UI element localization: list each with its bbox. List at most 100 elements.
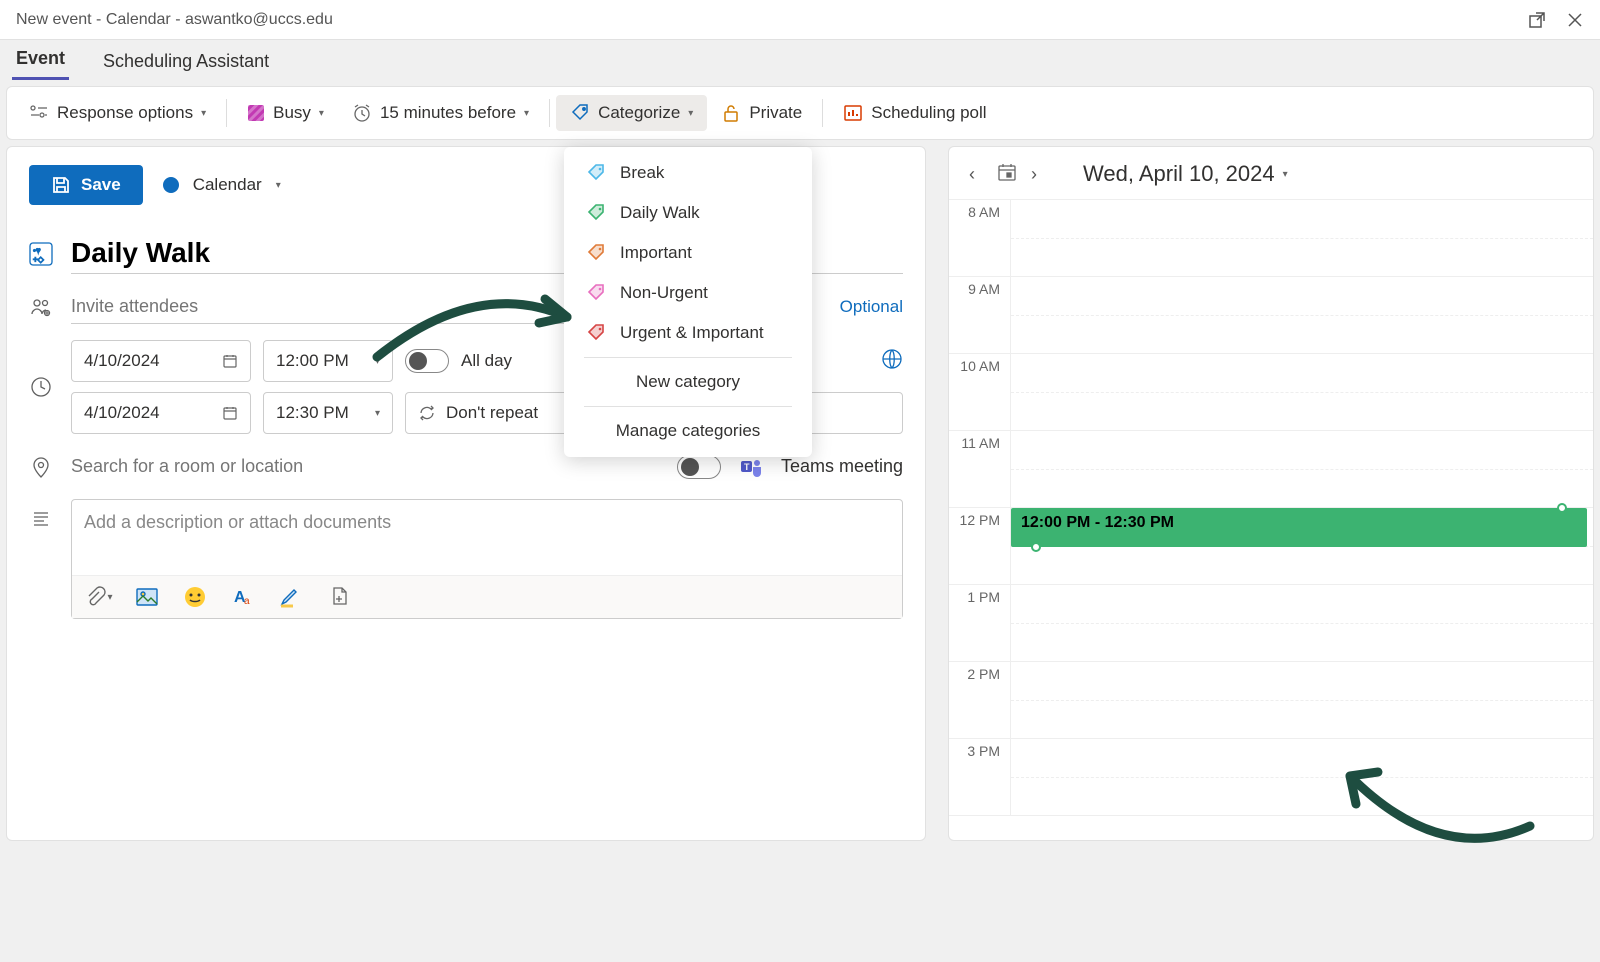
private-button[interactable]: Private <box>707 95 816 131</box>
hour-label: 11 AM <box>949 431 1011 507</box>
chevron-down-icon: ▾ <box>201 108 206 119</box>
tag-icon <box>586 323 606 343</box>
resize-handle[interactable] <box>1031 542 1041 552</box>
hour-label: 1 PM <box>949 585 1011 661</box>
hour-label: 2 PM <box>949 662 1011 738</box>
teams-icon: T <box>739 455 763 479</box>
emoji-icon[interactable] <box>184 586 206 608</box>
image-icon[interactable] <box>136 586 158 608</box>
description-toolbar: ▾ Aa <box>72 575 902 618</box>
save-icon <box>51 175 71 195</box>
category-option[interactable]: Important <box>564 233 812 273</box>
tab-event[interactable]: Event <box>12 42 69 80</box>
clock-icon <box>29 376 53 398</box>
all-day-label: All day <box>461 351 512 371</box>
chevron-down-icon: ▾ <box>688 108 693 119</box>
category-option[interactable]: Urgent & Important <box>564 313 812 353</box>
description-field[interactable]: Add a description or attach documents ▾ … <box>71 499 903 619</box>
svg-text:◦♥: ◦♥ <box>33 246 41 255</box>
day-calendar-panel: ‹ › Wed, April 10, 2024 ▾ 8 AM9 AM10 AM1… <box>948 146 1594 841</box>
emoji-picker-icon[interactable]: ◦♥+◇ <box>29 241 53 267</box>
divider <box>549 99 550 127</box>
hour-label: 10 AM <box>949 354 1011 430</box>
text-format-icon[interactable]: Aa <box>232 586 254 608</box>
window-title: New event - Calendar - aswantko@uccs.edu <box>16 11 1528 29</box>
chevron-down-icon: ▾ <box>1283 169 1288 180</box>
tag-icon <box>586 243 606 263</box>
svg-text:+◇: +◇ <box>33 255 45 264</box>
hour-label: 9 AM <box>949 277 1011 353</box>
location-icon <box>29 456 53 478</box>
all-day-toggle[interactable] <box>405 349 449 373</box>
divider <box>822 99 823 127</box>
date-picker-icon[interactable] <box>997 162 1017 187</box>
attendees-icon <box>29 296 53 318</box>
divider <box>584 357 792 358</box>
hour-row[interactable]: 11 AM <box>949 431 1593 508</box>
close-icon[interactable] <box>1566 11 1584 29</box>
busy-status-button[interactable]: Busy ▾ <box>233 95 338 131</box>
end-date-field[interactable]: 4/10/2024 <box>71 392 251 434</box>
calendar-picker[interactable]: Calendar ▾ <box>163 175 281 195</box>
hour-label: 12 PM <box>949 508 1011 584</box>
end-time-field[interactable]: 12:30 PM ▾ <box>263 392 393 434</box>
categorize-button[interactable]: Categorize ▾ <box>556 95 707 131</box>
calendar-icon <box>222 405 238 421</box>
titlebar: New event - Calendar - aswantko@uccs.edu <box>0 0 1600 40</box>
tag-icon <box>586 203 606 223</box>
insert-icon[interactable] <box>328 586 350 608</box>
hour-row[interactable]: 10 AM <box>949 354 1593 431</box>
scheduling-poll-button[interactable]: Scheduling poll <box>829 95 1000 131</box>
divider <box>226 99 227 127</box>
tab-nav: Event Scheduling Assistant <box>0 40 1600 80</box>
ribbon-toolbar: Response options ▾ Busy ▾ 15 minutes bef… <box>6 86 1594 140</box>
hour-row[interactable]: 1 PM <box>949 585 1593 662</box>
calendar-date-label[interactable]: Wed, April 10, 2024 ▾ <box>1083 161 1288 187</box>
chevron-down-icon: ▾ <box>319 108 324 119</box>
timezone-icon[interactable] <box>881 348 903 375</box>
start-date-field[interactable]: 4/10/2024 <box>71 340 251 382</box>
optional-attendees-link[interactable]: Optional <box>828 297 903 317</box>
description-icon <box>29 509 53 529</box>
teams-meeting-label: Teams meeting <box>781 456 903 477</box>
categorize-dropdown: BreakDaily WalkImportantNon-UrgentUrgent… <box>564 147 812 457</box>
start-time-field[interactable]: 12:00 PM ▾ <box>263 340 393 382</box>
category-option[interactable]: Non-Urgent <box>564 273 812 313</box>
svg-text:a: a <box>244 596 250 607</box>
next-day-button[interactable]: › <box>1031 164 1045 185</box>
attach-icon[interactable]: ▾ <box>88 586 110 608</box>
save-button[interactable]: Save <box>29 165 143 205</box>
popout-icon[interactable] <box>1528 11 1546 29</box>
chevron-down-icon: ▾ <box>276 180 281 191</box>
hour-row[interactable]: 8 AM <box>949 200 1593 277</box>
response-options-button[interactable]: Response options ▾ <box>15 95 220 131</box>
hour-row[interactable]: 9 AM <box>949 277 1593 354</box>
reminder-button[interactable]: 15 minutes before ▾ <box>338 95 543 131</box>
hour-label: 8 AM <box>949 200 1011 276</box>
chevron-down-icon: ▾ <box>375 408 380 419</box>
event-form-panel: Save Calendar ▾ ◦♥+◇ Optional <box>6 146 926 841</box>
svg-text:T: T <box>744 462 750 472</box>
hour-row[interactable]: 3 PM <box>949 739 1593 816</box>
calendar-event[interactable]: 12:00 PM - 12:30 PM <box>1011 508 1587 547</box>
calendar-color-dot <box>163 177 179 193</box>
tab-scheduling[interactable]: Scheduling Assistant <box>99 45 273 80</box>
category-option[interactable]: Daily Walk <box>564 193 812 233</box>
new-category-option[interactable]: New category <box>564 362 812 402</box>
manage-categories-option[interactable]: Manage categories <box>564 411 812 451</box>
chevron-down-icon: ▾ <box>375 356 380 367</box>
calendar-icon <box>222 353 238 369</box>
highlighter-icon[interactable] <box>280 586 302 608</box>
teams-toggle[interactable] <box>677 455 721 479</box>
resize-handle[interactable] <box>1557 503 1567 513</box>
category-option[interactable]: Break <box>564 153 812 193</box>
hour-label: 3 PM <box>949 739 1011 815</box>
chevron-down-icon: ▾ <box>524 108 529 119</box>
repeat-icon <box>418 404 436 422</box>
tag-icon <box>586 283 606 303</box>
divider <box>584 406 792 407</box>
time-grid[interactable]: 8 AM9 AM10 AM11 AM12 PM1 PM2 PM3 PM 12:00… <box>949 200 1593 840</box>
tag-icon <box>586 163 606 183</box>
prev-day-button[interactable]: ‹ <box>969 164 983 185</box>
hour-row[interactable]: 2 PM <box>949 662 1593 739</box>
